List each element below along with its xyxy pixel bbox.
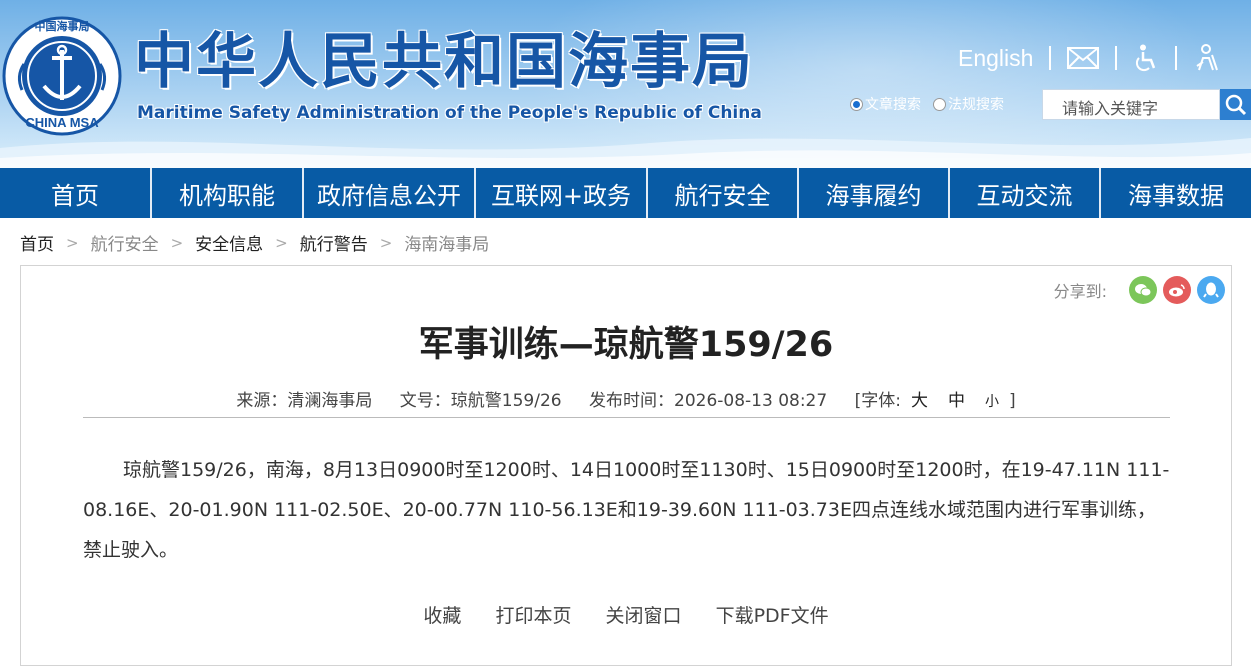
article-source: 来源：清澜海事局	[236, 391, 373, 411]
nav-item-data[interactable]: 海事数据	[1101, 168, 1251, 218]
nav-item-interaction[interactable]: 互动交流	[950, 168, 1101, 218]
breadcrumb-nav-warning[interactable]: 航行警告	[300, 230, 368, 255]
share-bar: 分享到:	[1054, 276, 1231, 304]
search-option-regulation[interactable]: 法规搜索	[933, 94, 1004, 114]
site-header: 中国海事局 CHINA MSA 中华人民共和国海事局 Maritime Safe…	[0, 0, 1251, 168]
site-title-cn: 中华人民共和国海事局	[134, 27, 754, 97]
radio-selected-icon[interactable]	[850, 97, 863, 111]
nav-item-navigation-safety[interactable]: 航行安全	[648, 168, 799, 218]
article-doc-number: 文号：琼航警159/26	[399, 391, 562, 411]
logo-text-bottom: CHINA MSA	[25, 115, 99, 130]
article-actions: 收藏 打印本页 关闭窗口 下载PDF文件	[21, 601, 1231, 628]
divider	[1049, 46, 1052, 70]
font-large-button[interactable]: 大	[911, 391, 928, 411]
article-meta: 来源：清澜海事局 文号：琼航警159/26 发布时间：2026-08-13 08…	[21, 386, 1231, 411]
font-size-control: [字体: 大中小]	[854, 391, 1016, 411]
close-window-link[interactable]: 关闭窗口	[606, 605, 682, 627]
weibo-share-icon[interactable]	[1163, 276, 1191, 304]
search-button[interactable]	[1220, 89, 1251, 120]
divider	[1175, 46, 1178, 70]
search-option-article[interactable]: 文章搜索	[850, 94, 921, 114]
accessibility-icon[interactable]	[1133, 44, 1159, 72]
divider	[83, 417, 1170, 418]
mail-icon[interactable]	[1067, 47, 1100, 69]
favorite-link[interactable]: 收藏	[423, 605, 461, 627]
elder-mode-icon[interactable]	[1193, 44, 1219, 72]
nav-item-internet-gov[interactable]: 互联网+政务	[476, 168, 648, 218]
chevron-right-icon: >	[275, 233, 288, 252]
search-type-options: 文章搜索 法规搜索	[850, 94, 1016, 114]
breadcrumb-hainan-msa[interactable]: 海南海事局	[404, 230, 489, 255]
radio-icon[interactable]	[933, 97, 946, 111]
main-nav: 首页 机构职能 政府信息公开 互联网+政务 航行安全 海事履约 互动交流 海事数…	[0, 168, 1251, 218]
chevron-right-icon: >	[170, 233, 184, 252]
site-title-en: Maritime Safety Administration of the Pe…	[137, 103, 762, 123]
english-link[interactable]: English	[958, 45, 1033, 72]
download-pdf-link[interactable]: 下载PDF文件	[716, 605, 829, 627]
chevron-right-icon: >	[66, 233, 79, 252]
nav-item-convention[interactable]: 海事履约	[799, 168, 950, 218]
header-wave-decoration	[0, 138, 1251, 168]
article-title: 军事训练—琼航警159/26	[418, 325, 834, 365]
search-icon	[1225, 94, 1246, 115]
chevron-right-icon: >	[379, 233, 393, 252]
nav-item-gov-info[interactable]: 政府信息公开	[304, 168, 476, 218]
breadcrumb-safety-info[interactable]: 安全信息	[195, 230, 263, 255]
nav-item-functions[interactable]: 机构职能	[152, 168, 304, 218]
font-small-button[interactable]: 小	[985, 394, 999, 410]
header-tools: English	[958, 40, 1219, 76]
wechat-share-icon[interactable]	[1129, 276, 1157, 304]
search-input[interactable]: 请输入关键字	[1042, 89, 1220, 120]
breadcrumb-navigation-safety[interactable]: 航行安全	[91, 230, 159, 255]
divider	[1115, 46, 1118, 70]
share-label: 分享到:	[1053, 282, 1107, 301]
print-link[interactable]: 打印本页	[495, 605, 571, 627]
article-publish-time: 发布时间：2026-08-13 08:27	[589, 391, 828, 411]
nav-item-home[interactable]: 首页	[0, 168, 152, 218]
logo-text-top: 中国海事局	[34, 20, 90, 33]
breadcrumb: 首页 > 航行安全 > 安全信息 > 航行警告 > 海南海事局	[20, 230, 489, 256]
breadcrumb-home[interactable]: 首页	[20, 230, 54, 255]
article-body: 琼航警159/26，南海，8月13日0900时至1200时、14日1000时至1…	[83, 459, 1170, 561]
qq-share-icon[interactable]	[1197, 276, 1225, 304]
font-medium-button[interactable]: 中	[948, 391, 965, 411]
article-panel: 分享到: 军事训练—琼航警159/26 来源：清澜海事局 文号：琼航警159/2…	[20, 265, 1232, 666]
